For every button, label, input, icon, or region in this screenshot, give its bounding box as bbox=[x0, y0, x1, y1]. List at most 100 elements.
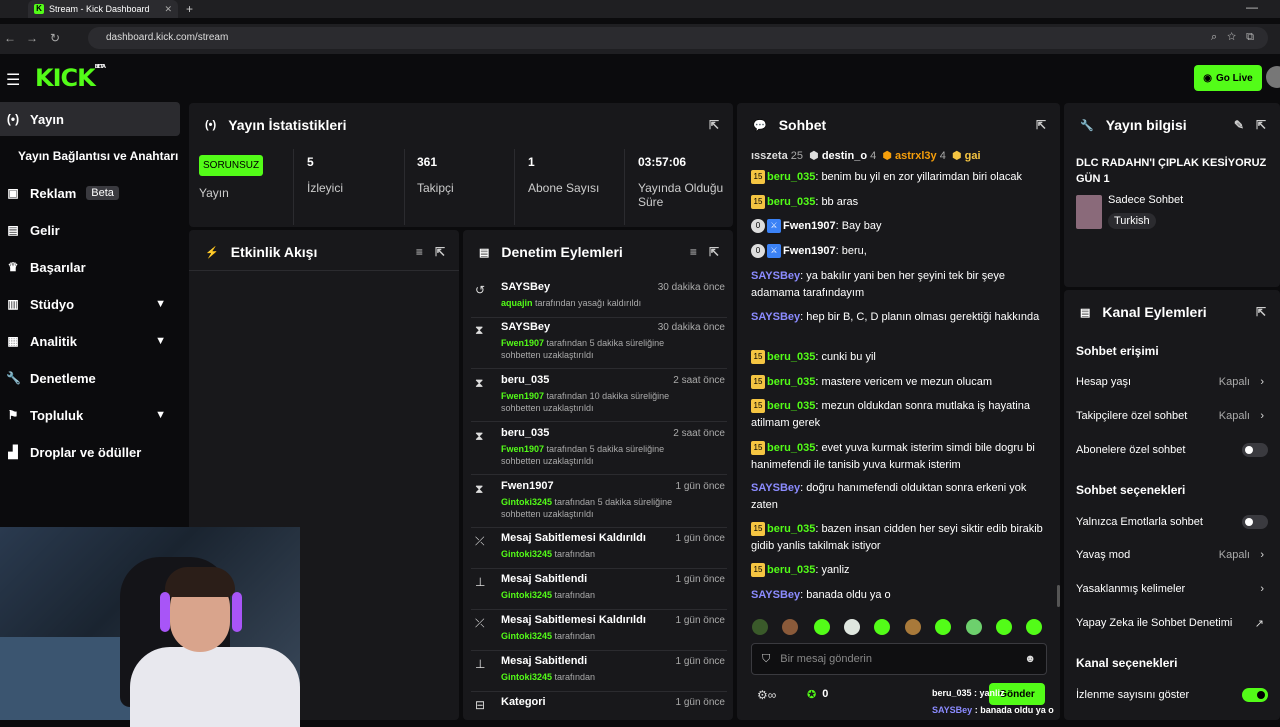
list-item[interactable]: ⊥ Mesaj Sabitlendi 1 gün önce Gintoki3245 t… bbox=[471, 573, 727, 607]
emote-icon[interactable] bbox=[966, 619, 982, 635]
popout-icon[interactable]: ⇱ bbox=[1256, 118, 1266, 132]
go-live-button[interactable]: ◉ Go Live bbox=[1194, 65, 1262, 91]
chat-username[interactable]: SAYSBey bbox=[751, 589, 800, 601]
chat-username[interactable]: beru_035 bbox=[767, 171, 815, 183]
filter-icon[interactable]: ≡ bbox=[416, 245, 423, 259]
followers-only-setting[interactable]: Takipçilere özel sohbet Kapalı › bbox=[1076, 410, 1268, 422]
chat-username[interactable]: Fwen1907 bbox=[783, 220, 836, 232]
sidebar-item-reklam[interactable]: ▣ Reklam Beta bbox=[0, 176, 180, 210]
category-name[interactable]: Sadece Sohbet bbox=[1108, 194, 1183, 206]
leaderboard-user[interactable]: destin_o bbox=[822, 150, 867, 162]
url-field[interactable]: dashboard.kick.com/stream bbox=[88, 27, 1268, 49]
divider bbox=[471, 568, 727, 569]
sidebar-item-denetleme[interactable]: 🔧 Denetleme bbox=[0, 361, 180, 395]
ai-moderation-setting[interactable]: Yapay Zeka ile Sohbet Denetimi ↗ bbox=[1076, 617, 1268, 630]
category-thumbnail[interactable] bbox=[1076, 195, 1102, 229]
emote-icon[interactable] bbox=[996, 619, 1012, 635]
list-item[interactable]: ⤫ Mesaj Sabitlemesi Kaldırıldı 1 gün önce G… bbox=[471, 532, 727, 566]
browser-tab[interactable]: K Stream - Kick Dashboard ✕ bbox=[28, 0, 178, 18]
leaderboard-user[interactable]: astrxl3y bbox=[895, 150, 937, 162]
divider bbox=[471, 474, 727, 475]
chat-username[interactable]: beru_035 bbox=[767, 376, 815, 388]
menu-icon[interactable]: ☰ bbox=[6, 70, 20, 90]
chat-username[interactable]: beru_035 bbox=[767, 564, 815, 576]
close-tab-icon[interactable]: ✕ bbox=[164, 4, 172, 15]
sidebar-item-yayin[interactable]: (•) Yayın bbox=[0, 102, 180, 136]
list-item[interactable]: ⧗ Fwen1907 1 gün önce Gintoki3245 tarafında… bbox=[471, 480, 727, 524]
popout-icon[interactable]: ⇱ bbox=[709, 245, 719, 259]
divider bbox=[471, 317, 727, 318]
filter-icon[interactable]: ≡ bbox=[690, 245, 697, 259]
popout-icon[interactable]: ⇱ bbox=[1256, 305, 1266, 319]
sidebar-item-basarilar[interactable]: ♛ Başarılar bbox=[0, 250, 180, 284]
chat-username[interactable]: beru_035 bbox=[767, 442, 815, 454]
list-item[interactable]: ⊟ Kategori 1 gün önce bbox=[471, 696, 727, 716]
forward-icon[interactable]: → bbox=[26, 31, 38, 45]
list-item[interactable]: ⧗ beru_035 2 saat önce Fwen1907 tarafından … bbox=[471, 374, 727, 418]
list-item[interactable]: ⧗ SAYSBey 30 dakika önce Fwen1907 tarafında… bbox=[471, 321, 727, 365]
emote-only-toggle[interactable] bbox=[1242, 515, 1268, 529]
list-item[interactable]: ⊥ Mesaj Sabitlendi 1 gün önce Gintoki3245 t… bbox=[471, 655, 727, 689]
browser-action-icons[interactable]: ⌕☆⧉ bbox=[1211, 31, 1264, 44]
account-age-setting[interactable]: Hesap yaşı Kapalı › bbox=[1076, 376, 1268, 388]
chat-username[interactable]: beru_035 bbox=[767, 523, 815, 535]
chat-username[interactable]: SAYSBey bbox=[751, 270, 800, 282]
new-tab-icon[interactable]: + bbox=[186, 2, 193, 16]
chat-input[interactable]: ⛉ Bir mesaj gönderin ☻ bbox=[751, 643, 1047, 675]
minimize-icon[interactable]: — bbox=[1246, 0, 1258, 14]
emote-icon[interactable] bbox=[935, 619, 951, 635]
popout-icon[interactable]: ⇱ bbox=[709, 118, 719, 132]
popout-icon[interactable]: ⇱ bbox=[435, 245, 445, 259]
chat-username[interactable]: Fwen1907 bbox=[783, 245, 836, 257]
emote-icon[interactable] bbox=[782, 619, 798, 635]
leaderboard-user[interactable]: gai bbox=[965, 150, 981, 162]
mod-item-desc: Gintoki3245 tarafından 5 dakika süreliği… bbox=[501, 496, 691, 520]
stream-tag[interactable]: Turkish bbox=[1108, 213, 1156, 229]
chat-username[interactable]: beru_035 bbox=[767, 400, 815, 412]
kick-favicon-icon: K bbox=[34, 4, 44, 14]
unpin-icon: ⤫ bbox=[475, 534, 485, 548]
emote-icon[interactable] bbox=[874, 619, 890, 635]
chat-username[interactable]: SAYSBey bbox=[751, 482, 800, 494]
emote-icon[interactable] bbox=[844, 619, 860, 635]
chat-scrollbar[interactable] bbox=[1057, 585, 1060, 607]
sidebar-item-droplar[interactable]: ▟ Droplar ve ödüller bbox=[0, 435, 180, 469]
sidebar-item-studyo[interactable]: ▥ Stüdyo ▼ bbox=[0, 287, 180, 321]
mod-item-title: Mesaj Sabitlemesi Kaldırıldı bbox=[501, 532, 646, 544]
sidebar-item-topluluk[interactable]: ⚑ Topluluk ▼ bbox=[0, 398, 180, 432]
mod-item-desc: Fwen1907 tarafından 10 dakika süreliğine… bbox=[501, 390, 691, 414]
leaderboard-user[interactable]: ısszeta bbox=[751, 150, 788, 162]
sidebar-item-analitik[interactable]: ▦ Analitik ▼ bbox=[0, 324, 180, 358]
stat-label: İzleyici bbox=[307, 181, 344, 195]
chat-username[interactable]: SAYSBey bbox=[751, 311, 800, 323]
viewer-count-toggle[interactable] bbox=[1242, 688, 1268, 702]
channel-points[interactable]: ✪ 0 bbox=[807, 688, 828, 701]
external-link-icon: ↗ bbox=[1254, 617, 1264, 630]
sidebar-item-gelir[interactable]: ▤ Gelir bbox=[0, 213, 180, 247]
banned-words-setting[interactable]: Yasaklanmış kelimeler › bbox=[1076, 583, 1268, 595]
mod-item-actor: Fwen1907 bbox=[501, 444, 545, 454]
chat-username[interactable]: beru_035 bbox=[767, 196, 815, 208]
emoji-icon[interactable]: ☻ bbox=[1024, 653, 1036, 665]
settings-icon[interactable]: ⚙∞ bbox=[757, 688, 776, 702]
popout-icon[interactable]: ⇱ bbox=[1036, 118, 1046, 132]
list-item[interactable]: ⤫ Mesaj Sabitlemesi Kaldırıldı 1 gün önce G… bbox=[471, 614, 727, 648]
list-item[interactable]: ↺ SAYSBey 30 dakika önce aquajin tarafından… bbox=[471, 281, 727, 315]
stream-info-title: Yayın bilgisi bbox=[1105, 117, 1187, 133]
slow-mode-setting[interactable]: Yavaş mod Kapalı › bbox=[1076, 549, 1268, 561]
emote-icon[interactable] bbox=[752, 619, 768, 635]
mod-item-time: 30 dakika önce bbox=[657, 322, 725, 333]
emote-icon[interactable] bbox=[905, 619, 921, 635]
kick-logo[interactable]: KICKBETA bbox=[35, 64, 106, 92]
list-item[interactable]: ⧗ beru_035 2 saat önce Fwen1907 tarafından … bbox=[471, 427, 727, 471]
edit-icon[interactable]: ✎ bbox=[1234, 118, 1244, 132]
chat-username[interactable]: beru_035 bbox=[767, 351, 815, 363]
back-icon[interactable]: ← bbox=[4, 31, 16, 45]
reload-icon[interactable]: ↻ bbox=[50, 31, 60, 45]
emote-icon[interactable] bbox=[814, 619, 830, 635]
sidebar-item-label: Denetleme bbox=[30, 370, 96, 386]
sidebar-item-stream-key[interactable]: Yayın Bağlantısı ve Anahtarı bbox=[0, 139, 180, 173]
subs-only-toggle[interactable] bbox=[1242, 443, 1268, 457]
chat-input-placeholder: Bir mesaj gönderin bbox=[780, 653, 872, 665]
emote-icon[interactable] bbox=[1026, 619, 1042, 635]
